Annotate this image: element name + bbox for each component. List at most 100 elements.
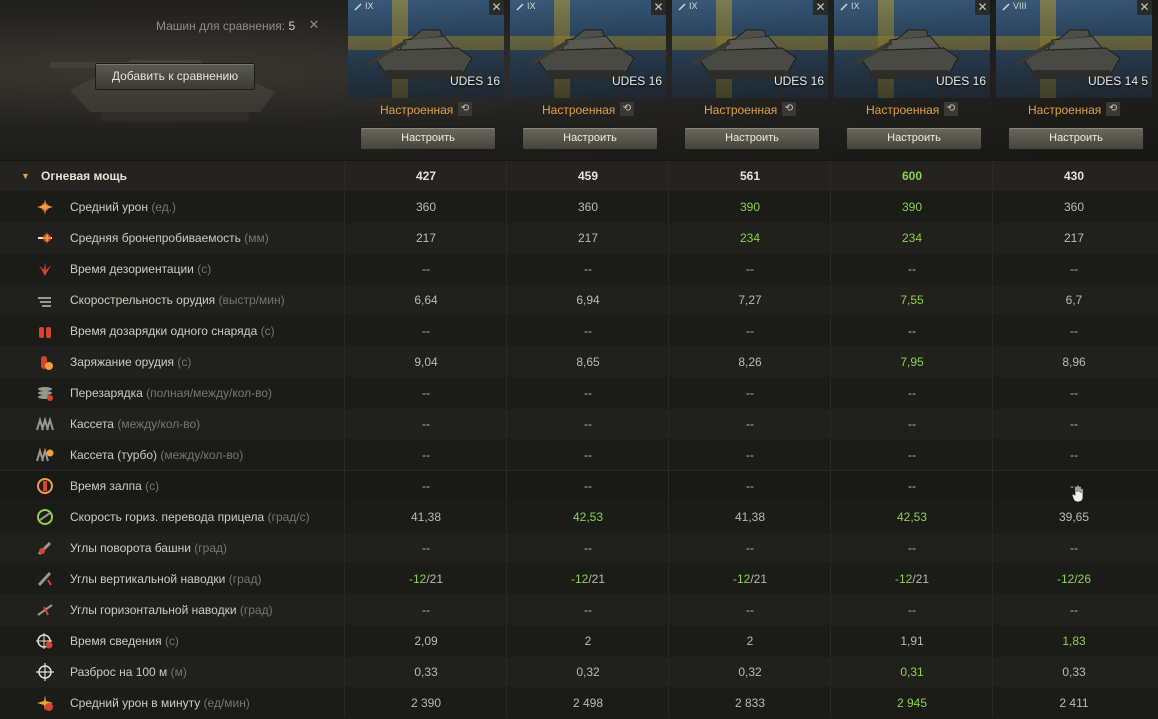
stat-row[interactable]: Углы горизонтальной наводки (град) -- -- --… xyxy=(0,595,1158,626)
aim-time-icon xyxy=(36,633,53,649)
stat-row[interactable]: Время дозарядки одного снаряда (с) -- -- --… xyxy=(0,316,1158,347)
stat-row[interactable]: Углы вертикальной наводки (град) -12/21 -1… xyxy=(0,564,1158,595)
tank-card[interactable]: IX ✕ UDES 16 xyxy=(348,0,504,98)
column-divider xyxy=(506,285,507,315)
stat-value-cell: -- xyxy=(1070,603,1078,617)
reset-config-icon[interactable]: ⟲ xyxy=(1106,102,1120,116)
stat-value-cell: -- xyxy=(422,386,430,400)
configure-button[interactable]: Настроить xyxy=(522,127,658,150)
stat-row[interactable]: Скорострельность орудия (выстр/мин) 6,64 6… xyxy=(0,285,1158,316)
tier-label: IX xyxy=(354,1,374,11)
section-header-firepower[interactable]: ▼ Огневая мощь 427 459 561 600 430 xyxy=(0,161,1158,192)
td-class-icon xyxy=(678,3,686,11)
column-divider xyxy=(992,533,993,563)
column-divider xyxy=(344,192,345,222)
configure-button[interactable]: Настроить xyxy=(360,127,496,150)
reload-icon xyxy=(41,356,53,370)
td-class-icon xyxy=(516,3,524,11)
stat-value-cell: -- xyxy=(908,448,916,462)
stat-unit: (с) xyxy=(177,355,192,369)
column-divider xyxy=(506,502,507,532)
horizontal-angles-icon xyxy=(37,604,53,616)
stat-value-cell: -- xyxy=(908,603,916,617)
column-divider xyxy=(668,347,669,377)
stat-value-cell: 2 833 xyxy=(734,696,766,710)
tank-card[interactable]: IX ✕ UDES 16 xyxy=(510,0,666,98)
stat-value-cell: 8,96 xyxy=(1062,355,1086,369)
stat-value-cell: -12/21 xyxy=(408,572,444,586)
configure-button[interactable]: Настроить xyxy=(1008,127,1144,150)
stat-unit: (с) xyxy=(260,324,275,338)
column-divider xyxy=(992,626,993,656)
stat-row[interactable]: Средний урон (ед.) 360 360 390 390 360 xyxy=(0,192,1158,223)
column-divider xyxy=(668,471,669,501)
column-divider xyxy=(344,285,345,315)
stat-row[interactable]: Скорость гориз. перевода прицела (град/с… xyxy=(0,502,1158,533)
reset-config-icon[interactable]: ⟲ xyxy=(944,102,958,116)
clear-compare-close-icon[interactable]: ✕ xyxy=(306,17,322,33)
reset-config-icon[interactable]: ⟲ xyxy=(620,102,634,116)
remove-tank-close-icon[interactable]: ✕ xyxy=(975,0,990,15)
stat-row[interactable]: Средняя бронепробиваемость (мм) 217 217 234… xyxy=(0,223,1158,254)
configure-button[interactable]: Настроить xyxy=(846,127,982,150)
column-divider xyxy=(344,688,345,718)
stat-unit: (с) xyxy=(145,479,160,493)
column-divider xyxy=(668,223,669,253)
stat-row[interactable]: Кассета (турбо) (между/кол-во) -- -- -- -- -- xyxy=(0,440,1158,471)
stat-row[interactable]: Время сведения (с) 2,09 2 2 1,91 1,83 xyxy=(0,626,1158,657)
stat-row[interactable]: Кассета (между/кол-во) -- -- -- -- -- xyxy=(0,409,1158,440)
remove-tank-close-icon[interactable]: ✕ xyxy=(813,0,828,15)
column-divider xyxy=(992,409,993,439)
stat-row[interactable]: Разброс на 100 м (м) 0,33 0,32 0,32 0,31 0,33 xyxy=(0,657,1158,688)
stat-value-cell: 1,83 xyxy=(1062,634,1086,648)
column-divider xyxy=(668,378,669,408)
tank-card[interactable]: VIII ✕ UDES 14 5 xyxy=(996,0,1152,98)
stat-value-cell: 217 xyxy=(577,231,599,245)
stat-value-cell: -- xyxy=(422,541,430,555)
reset-config-icon[interactable]: ⟲ xyxy=(782,102,796,116)
column-divider xyxy=(830,161,831,191)
remove-tank-close-icon[interactable]: ✕ xyxy=(489,0,504,15)
stat-row[interactable]: Заряжание орудия (с) 9,04 8,65 8,26 7,95 8,96 xyxy=(0,347,1158,378)
stat-label: Время дозарядки одного снаряда (с) xyxy=(70,324,275,338)
tank-card[interactable]: IX ✕ UDES 16 xyxy=(672,0,828,98)
column-divider xyxy=(344,564,345,594)
tank-name: UDES 14 5 xyxy=(1087,74,1148,88)
stat-label: Средний урон (ед.) xyxy=(70,200,177,214)
tank-card[interactable]: IX ✕ UDES 16 xyxy=(834,0,990,98)
stat-value-cell: 42,53 xyxy=(572,510,604,524)
stat-row[interactable]: Время залпа (с) -- -- -- -- -- xyxy=(0,470,1158,503)
add-to-compare-button[interactable]: Добавить к сравнению xyxy=(95,63,255,90)
stat-label: Средний урон в минуту (ед/мин) xyxy=(70,696,250,710)
penetration-icon xyxy=(38,232,53,244)
column-divider xyxy=(992,285,993,315)
column-divider xyxy=(668,316,669,346)
remove-tank-close-icon[interactable]: ✕ xyxy=(1137,0,1152,15)
stat-row[interactable]: Время дезориентации (с) -- -- -- -- -- xyxy=(0,254,1158,285)
column-divider xyxy=(830,533,831,563)
column-divider xyxy=(344,409,345,439)
tier-label: IX xyxy=(678,1,698,11)
stat-row[interactable]: Средний урон в минуту (ед/мин) 2 390 2 498… xyxy=(0,688,1158,719)
stat-row[interactable]: Перезарядка (полная/между/кол-во) -- -- -- -… xyxy=(0,378,1158,409)
reset-config-icon[interactable]: ⟲ xyxy=(458,102,472,116)
column-divider xyxy=(992,347,993,377)
stat-value-cell: -- xyxy=(908,324,916,338)
shell-reload-icon xyxy=(39,327,51,338)
stat-label: Скорострельность орудия (выстр/мин) xyxy=(70,293,285,307)
remove-tank-close-icon[interactable]: ✕ xyxy=(651,0,666,15)
column-divider xyxy=(506,223,507,253)
collapse-arrow-icon[interactable]: ▼ xyxy=(21,161,30,191)
stat-unit: (с) xyxy=(197,262,212,276)
section-value-cell: 459 xyxy=(577,169,599,183)
tank-column: VIII ✕ UDES 14 5 Настроенная ⟲ Настроить xyxy=(996,0,1156,160)
stat-unit: (мм) xyxy=(244,231,269,245)
section-value-cell: 561 xyxy=(739,169,761,183)
stat-row[interactable]: Углы поворота башни (град) -- -- -- -- -- xyxy=(0,533,1158,564)
column-divider xyxy=(668,285,669,315)
tank-name: UDES 16 xyxy=(449,74,500,88)
column-divider xyxy=(506,347,507,377)
autoreload-icon xyxy=(38,387,53,401)
damage-icon xyxy=(37,199,53,215)
configure-button[interactable]: Настроить xyxy=(684,127,820,150)
